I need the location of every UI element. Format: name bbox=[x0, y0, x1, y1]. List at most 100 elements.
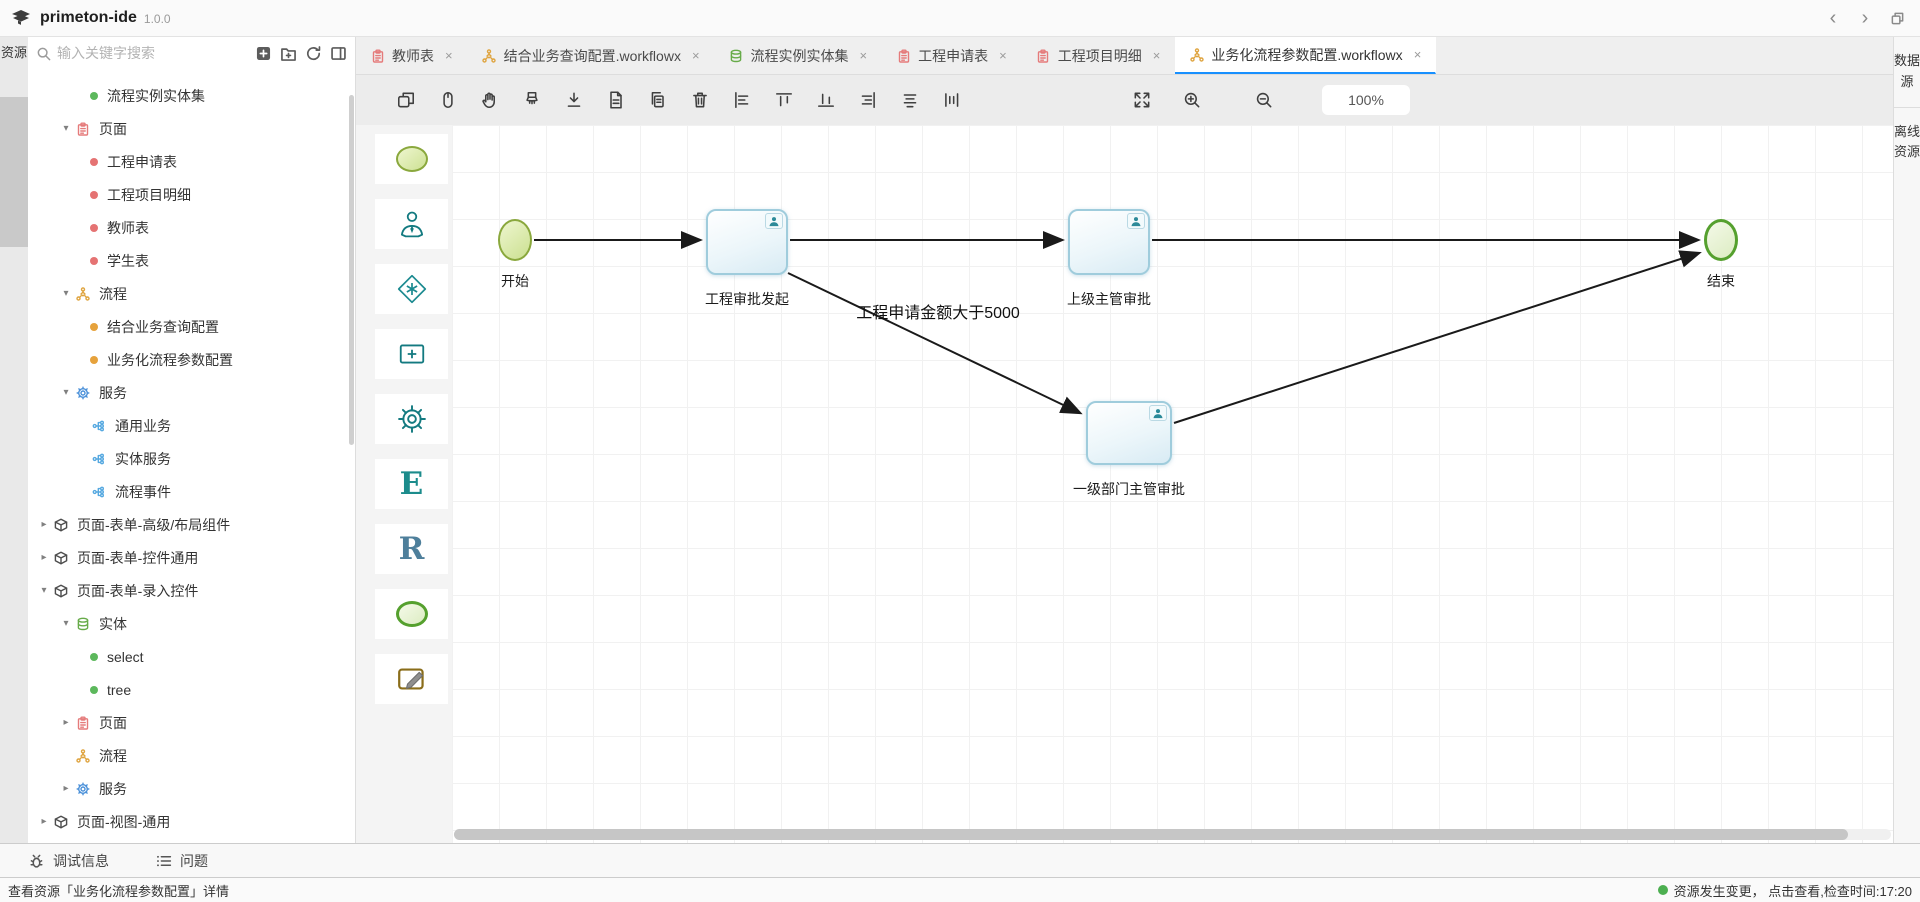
align-top-icon[interactable] bbox=[774, 90, 794, 110]
bottom-panel-tab[interactable]: 问题 bbox=[155, 851, 208, 871]
tree-item[interactable]: 流程事件 bbox=[28, 475, 355, 508]
status-resource-link[interactable]: 查看资源「业务化流程参数配置」详情 bbox=[8, 881, 229, 900]
chevron-down-icon[interactable]: ▾ bbox=[58, 387, 74, 398]
tree-item[interactable]: ▸页面-表单-控件通用 bbox=[28, 541, 355, 574]
palette-item-entity-e[interactable]: E bbox=[375, 459, 448, 509]
multi-select-icon[interactable] bbox=[396, 90, 416, 110]
tree-item[interactable]: ▾页面-表单-录入控件 bbox=[28, 574, 355, 607]
tree-item[interactable]: ▸页面 bbox=[28, 706, 355, 739]
status-change-notice[interactable]: 资源发生变更， 点击查看,检查时间:17:20 bbox=[1658, 881, 1912, 900]
tree-item[interactable]: ▾流程 bbox=[28, 277, 355, 310]
brush-icon[interactable] bbox=[522, 90, 542, 110]
palette-item-user-task[interactable] bbox=[375, 199, 448, 249]
tree-item[interactable]: ▾服务 bbox=[28, 376, 355, 409]
tree-item[interactable]: ▸页面-视图-通用 bbox=[28, 805, 355, 838]
collapse-panel-icon[interactable] bbox=[330, 45, 347, 62]
sidebar-scrollbar[interactable] bbox=[349, 95, 354, 445]
tree-item[interactable]: 业务化流程参数配置 bbox=[28, 343, 355, 376]
tree-item[interactable]: 工程项目明细 bbox=[28, 178, 355, 211]
sequence-flow-edge[interactable] bbox=[1174, 253, 1699, 423]
right-rail-tab[interactable]: 离线资源 bbox=[1894, 108, 1920, 178]
start-node[interactable] bbox=[498, 219, 532, 261]
tree-item[interactable]: 学生表 bbox=[28, 244, 355, 277]
tree-item[interactable]: ▸页面-表单-高级/布局组件 bbox=[28, 508, 355, 541]
palette-item-annotation[interactable] bbox=[375, 654, 448, 704]
task-node[interactable] bbox=[1068, 209, 1150, 275]
chevron-right-icon[interactable]: ▸ bbox=[58, 717, 74, 728]
editor-tab[interactable]: 工程申请表× bbox=[882, 37, 1022, 74]
back-button[interactable]: ‹ bbox=[1820, 6, 1846, 30]
delete-icon[interactable] bbox=[690, 90, 710, 110]
canvas-horizontal-scrollbar[interactable] bbox=[454, 829, 1891, 840]
palette-item-gateway[interactable] bbox=[375, 264, 448, 314]
editor-tab[interactable]: 结合业务查询配置.workflowx× bbox=[468, 37, 715, 74]
sequence-flow-edge[interactable] bbox=[788, 273, 1080, 413]
close-tab-icon[interactable]: × bbox=[692, 48, 700, 63]
tree-item[interactable]: 实体服务 bbox=[28, 442, 355, 475]
close-tab-icon[interactable]: × bbox=[860, 48, 868, 63]
refresh-icon[interactable] bbox=[305, 45, 322, 62]
tree-item[interactable]: tree bbox=[28, 673, 355, 706]
close-tab-icon[interactable]: × bbox=[999, 48, 1007, 63]
tree-item[interactable]: select bbox=[28, 640, 355, 673]
tree-item-label: 流程事件 bbox=[115, 482, 171, 502]
tree-item[interactable]: 流程实例实体集 bbox=[28, 79, 355, 112]
fit-screen-icon[interactable] bbox=[1132, 90, 1152, 110]
chevron-down-icon[interactable]: ▾ bbox=[58, 618, 74, 629]
task-node[interactable] bbox=[706, 209, 788, 275]
scrollbar-thumb[interactable] bbox=[454, 829, 1848, 840]
chevron-right-icon[interactable]: ▸ bbox=[58, 783, 74, 794]
bottom-panel-tab[interactable]: 调试信息 bbox=[28, 851, 109, 871]
copy-icon[interactable] bbox=[648, 90, 668, 110]
palette-item-entity-r[interactable]: R bbox=[375, 524, 448, 574]
palette-item-start-event[interactable] bbox=[375, 134, 448, 184]
editor-tab[interactable]: 业务化流程参数配置.workflowx× bbox=[1175, 37, 1436, 74]
new-folder-icon[interactable] bbox=[280, 45, 297, 62]
chevron-down-icon[interactable]: ▾ bbox=[36, 585, 52, 596]
right-rail-tab[interactable]: 数据源 bbox=[1894, 37, 1920, 108]
resources-rail-tab[interactable]: 资源 bbox=[0, 37, 28, 64]
hand-icon[interactable] bbox=[480, 90, 500, 110]
download-icon[interactable] bbox=[564, 90, 584, 110]
chevron-right-icon[interactable]: ▸ bbox=[36, 552, 52, 563]
diagram-canvas[interactable]: 开始工程审批发起上级主管审批一级部门主管审批结束工程申请金额大于5000 bbox=[452, 125, 1893, 843]
tree-item[interactable]: 流程 bbox=[28, 739, 355, 772]
zoom-level-box[interactable]: 100% bbox=[1322, 85, 1410, 115]
align-center-icon[interactable] bbox=[900, 90, 920, 110]
forward-button[interactable]: › bbox=[1852, 6, 1878, 30]
close-tab-icon[interactable]: × bbox=[445, 48, 453, 63]
palette-item-subprocess[interactable] bbox=[375, 329, 448, 379]
locate-file-icon[interactable] bbox=[255, 45, 272, 62]
chevron-right-icon[interactable]: ▸ bbox=[36, 816, 52, 827]
search-input[interactable] bbox=[57, 45, 249, 61]
palette-item-service-task[interactable] bbox=[375, 394, 448, 444]
service-icon bbox=[90, 483, 108, 501]
palette-item-end-event[interactable] bbox=[375, 589, 448, 639]
align-bottom-icon[interactable] bbox=[816, 90, 836, 110]
close-tab-icon[interactable]: × bbox=[1153, 48, 1161, 63]
distribute-icon[interactable] bbox=[942, 90, 962, 110]
task-node[interactable] bbox=[1086, 401, 1172, 465]
tree-item[interactable]: ▾页面 bbox=[28, 112, 355, 145]
align-right-icon[interactable] bbox=[858, 90, 878, 110]
chevron-down-icon[interactable]: ▾ bbox=[58, 123, 74, 134]
mouse-icon[interactable] bbox=[438, 90, 458, 110]
zoom-out-icon[interactable] bbox=[1254, 90, 1274, 110]
close-tab-icon[interactable]: × bbox=[1414, 47, 1422, 62]
tree-item[interactable]: 工程申请表 bbox=[28, 145, 355, 178]
chevron-right-icon[interactable]: ▸ bbox=[36, 519, 52, 530]
end-node[interactable] bbox=[1704, 219, 1738, 261]
tree-item[interactable]: ▸服务 bbox=[28, 772, 355, 805]
tree-item[interactable]: 通用业务 bbox=[28, 409, 355, 442]
align-left-icon[interactable] bbox=[732, 90, 752, 110]
restore-button[interactable] bbox=[1884, 6, 1910, 30]
editor-tab[interactable]: 流程实例实体集× bbox=[715, 37, 883, 74]
tree-item[interactable]: ▾实体 bbox=[28, 607, 355, 640]
file-icon[interactable] bbox=[606, 90, 626, 110]
chevron-down-icon[interactable]: ▾ bbox=[58, 288, 74, 299]
tree-item[interactable]: 结合业务查询配置 bbox=[28, 310, 355, 343]
editor-tab[interactable]: 工程项目明细× bbox=[1022, 37, 1176, 74]
zoom-in-icon[interactable] bbox=[1182, 90, 1202, 110]
editor-tab[interactable]: 教师表× bbox=[356, 37, 468, 74]
tree-item[interactable]: 教师表 bbox=[28, 211, 355, 244]
